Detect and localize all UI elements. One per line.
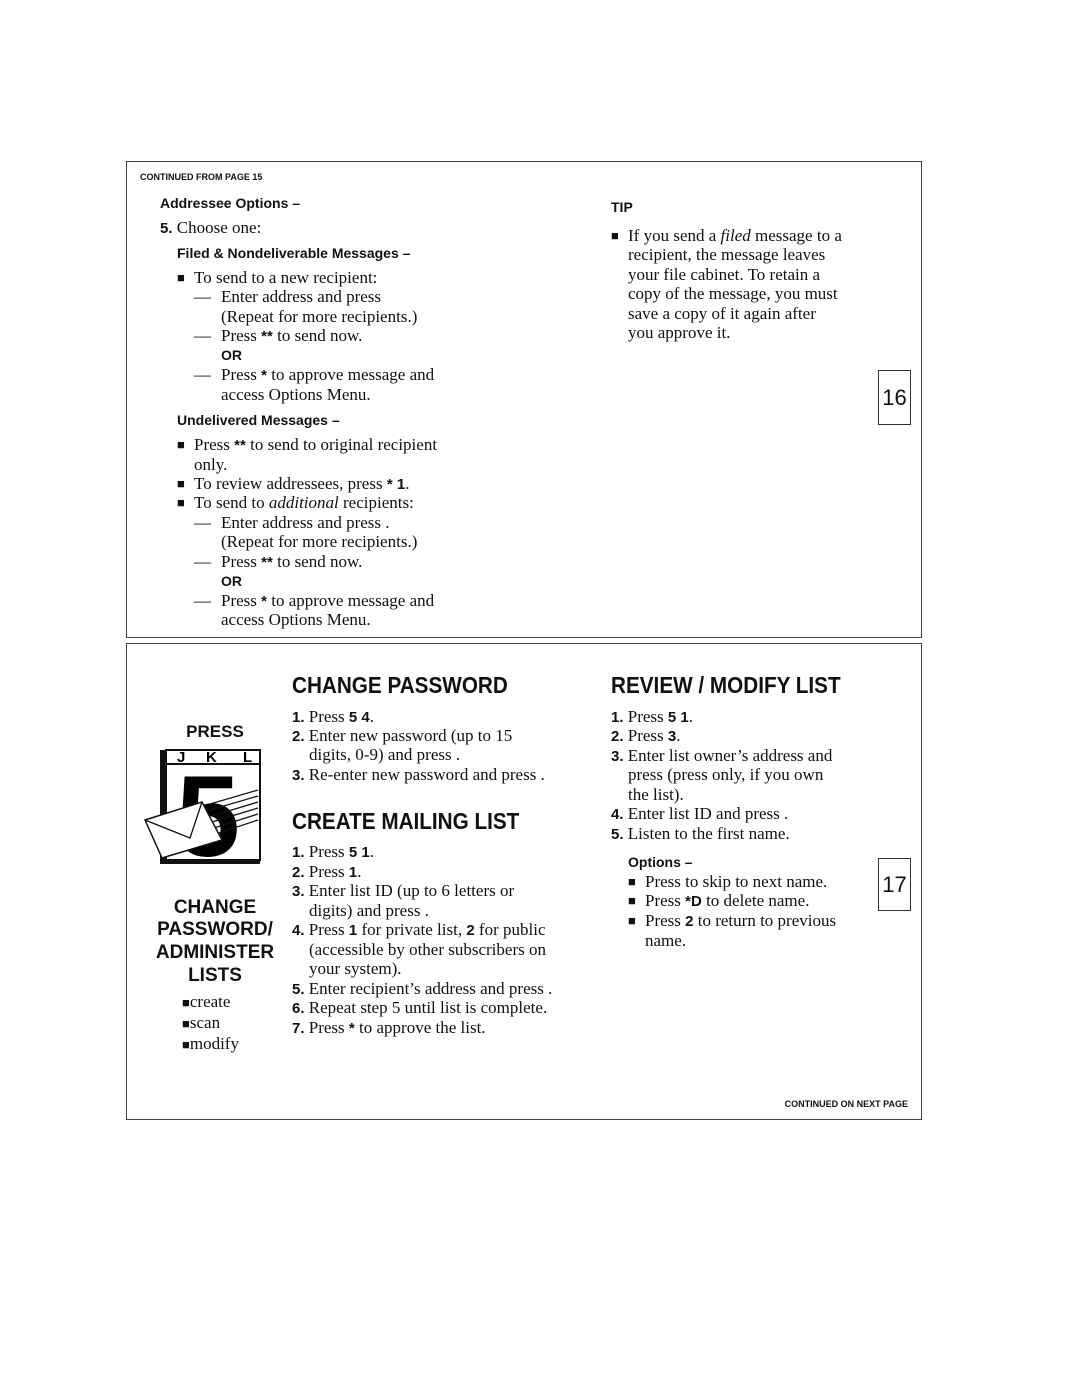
svg-text:L: L (243, 749, 252, 766)
step: 4. Enter list ID and press . (611, 804, 789, 823)
step-cont: (accessible by other subscribers on (309, 940, 546, 959)
press-label: PRESS (186, 722, 244, 741)
text-line: Press ** to send now. (221, 326, 363, 345)
step: 1. Press 5 4. (292, 707, 375, 726)
text-line: Press ** to send now. (221, 552, 363, 571)
dash: — (194, 591, 211, 610)
side-item: ■create (182, 992, 231, 1011)
step-cont: digits, 0-9) and press . (309, 745, 461, 764)
step: 2. Press 3. (611, 726, 681, 745)
options-heading: Options – (628, 854, 693, 870)
dash: — (194, 287, 211, 306)
step: 7. Press * to approve the list. (292, 1018, 486, 1037)
option-line: Press to skip to next name. (645, 872, 828, 891)
side-item: ■scan (182, 1013, 221, 1032)
tip-line: save a copy of it again after (628, 304, 816, 323)
page-number-17: 17 (878, 858, 911, 911)
side-item: ■modify (182, 1034, 239, 1053)
filed-heading: Filed & Nondeliverable Messages – (177, 245, 411, 261)
key-5-envelope-icon: J K L 5 (143, 749, 261, 872)
continued-on: CONTINUED ON NEXT PAGE (784, 1099, 908, 1109)
change-password-title: CHANGE PASSWORD (292, 672, 508, 698)
dash: — (194, 326, 211, 345)
text-line: To send to additional recipients: (194, 493, 414, 512)
bullet-icon: ■ (177, 270, 185, 285)
tip-line: recipient, the message leaves (628, 245, 826, 264)
step-cont: your system). (309, 959, 402, 978)
side-title-2: PASSWORD/ (157, 919, 273, 940)
step: 3. Enter list owner’s address and (611, 746, 833, 765)
option-line: Press *D to delete name. (645, 891, 810, 910)
step: 5. Enter recipient’s address and press . (292, 979, 553, 998)
bullet-icon: ■ (177, 476, 185, 491)
text-line: Press ** to send to original recipient (194, 435, 438, 454)
tip-line: you approve it. (628, 323, 731, 342)
text-line: (Repeat for more recipients.) (221, 532, 418, 551)
tip-line: If you send a filed message to a (628, 226, 842, 245)
option-line: Press 2 to return to previous (645, 911, 837, 930)
continued-from: CONTINUED FROM PAGE 15 (140, 172, 263, 182)
dash: — (194, 552, 211, 571)
side-title-1: CHANGE (173, 897, 257, 918)
bullet-icon: ■ (628, 874, 636, 889)
step: 1. Press 5 1. (292, 842, 375, 861)
bullet-icon: ■ (628, 913, 636, 928)
manual-page: CONTINUED FROM PAGE 15 Addressee Options… (0, 0, 1080, 1397)
tip-line: copy of the message, you must (628, 284, 838, 303)
text-line: Enter address and press . (221, 513, 390, 532)
create-list-title: CREATE MAILING LIST (292, 808, 520, 834)
side-title-4: LISTS (188, 965, 242, 986)
text-line: Press * to approve message and (221, 591, 435, 610)
text-line: To review addressees, press * 1. (194, 474, 410, 493)
tip-line: your file cabinet. To retain a (628, 265, 821, 284)
step: 2. Enter new password (up to 15 (292, 726, 513, 745)
step-cont: the list). (628, 785, 684, 804)
step: 5. Listen to the first name. (611, 824, 790, 843)
bullet-icon: ■ (177, 437, 185, 452)
side-title-3: ADMINISTER (155, 942, 275, 963)
step: 6. Repeat step 5 until list is complete. (292, 998, 548, 1017)
bullet-icon: ■ (611, 228, 619, 243)
bullet-icon: ■ (177, 495, 185, 510)
text-line: access Options Menu. (221, 385, 371, 404)
review-list-title: REVIEW / MODIFY LIST (611, 672, 841, 698)
step-cont: digits) and press . (309, 901, 429, 920)
dash: — (194, 513, 211, 532)
bullet-icon: ■ (628, 893, 636, 908)
step: 3. Enter list ID (up to 6 letters or (292, 881, 515, 900)
dash: — (194, 365, 211, 384)
or-label: OR (221, 573, 242, 589)
text-line: Enter address and press (221, 287, 382, 306)
text-line: access Options Menu. (221, 610, 371, 629)
addressee-heading: Addressee Options – (160, 195, 301, 211)
step: 1. Press 5 1. (611, 707, 694, 726)
step: 2. Press 1. (292, 862, 362, 881)
step: 4. Press 1 for private list, 2 for publi… (292, 920, 546, 939)
step-cont: press (press only, if you own (628, 765, 824, 784)
option-line: name. (645, 931, 687, 950)
page-number-16: 16 (878, 370, 911, 425)
text-line: (Repeat for more recipients.) (221, 307, 418, 326)
or-label: OR (221, 347, 242, 363)
text-line: Press * to approve message and (221, 365, 435, 384)
step: 3. Re-enter new password and press . (292, 765, 545, 784)
tip-heading: TIP (611, 199, 633, 215)
step-5: 5. Choose one: (160, 218, 262, 237)
text-line: only. (194, 455, 228, 474)
undelivered-heading: Undelivered Messages – (177, 412, 340, 428)
text-line: To send to a new recipient: (194, 268, 378, 287)
